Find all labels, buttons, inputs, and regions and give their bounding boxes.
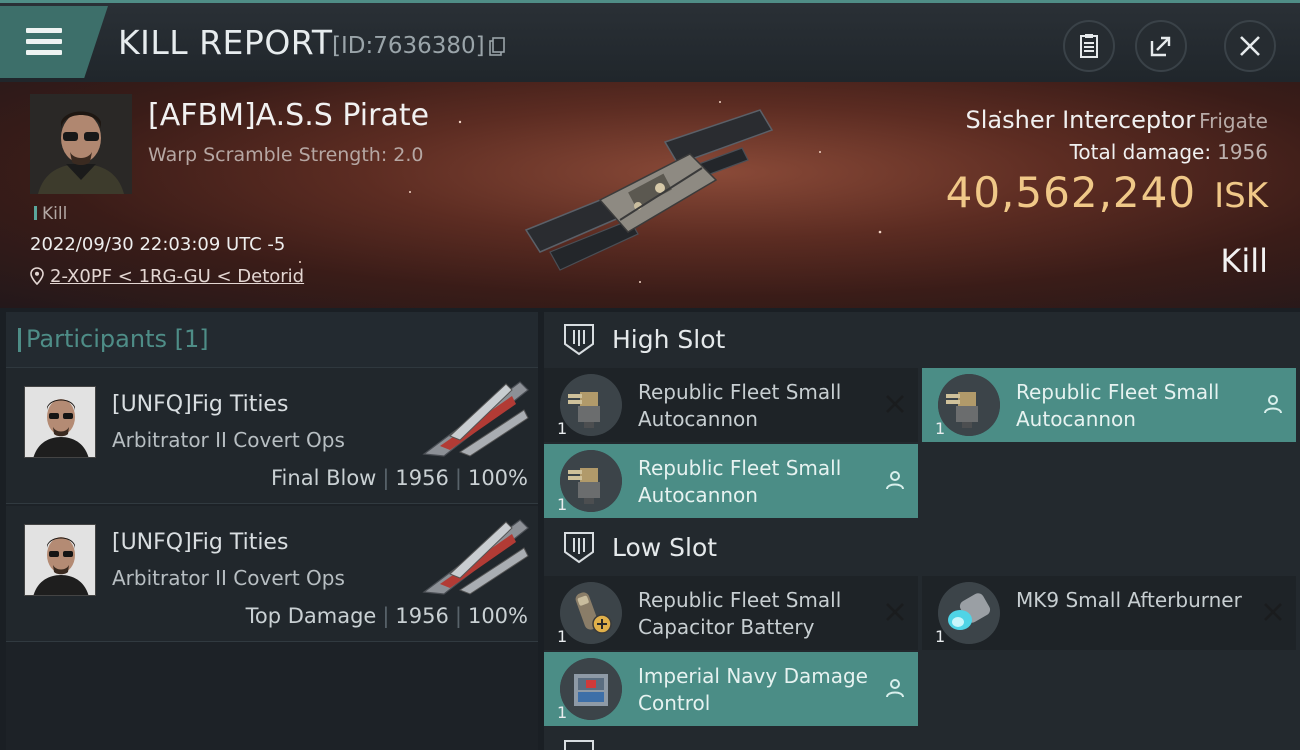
participant-row[interactable]: [UNFQ]Fig Tities Arbitrator II Covert Op… — [6, 506, 538, 642]
person-icon — [886, 471, 904, 490]
item-quantity: 1 — [557, 627, 568, 646]
location-link[interactable]: 2-X0PF < 1RG-GU < Detorid — [50, 266, 304, 287]
item-quantity: 1 — [935, 419, 946, 438]
participant-damage: 1956 — [395, 604, 449, 628]
participant-percent: 100% — [467, 604, 528, 628]
autocannon-icon — [560, 450, 622, 512]
close-icon — [1240, 36, 1260, 56]
participants-panel: Participants [1] [UNFQ]Fig Tities Arbitr… — [6, 312, 538, 750]
share-icon — [1150, 36, 1171, 57]
participant-stats: Top Damage | 1956 | 100% — [245, 604, 528, 628]
fitted-item[interactable]: 1 Republic Fleet Small Autocannon — [544, 444, 918, 518]
high-slot-header: High Slot — [544, 312, 1300, 368]
ship-type: Slasher Interceptor — [965, 106, 1196, 134]
victim-avatar[interactable] — [30, 94, 132, 194]
destroyed-icon — [886, 395, 904, 413]
total-damage-label: Total damage: — [1069, 140, 1212, 164]
notes-button[interactable] — [1063, 20, 1115, 72]
participant-ship: Arbitrator II Covert Ops — [112, 566, 345, 590]
item-name: MK9 Small Afterburner — [1016, 588, 1242, 612]
destroyed-icon — [886, 603, 904, 621]
participant-role: Top Damage — [245, 604, 377, 628]
person-icon — [1264, 395, 1282, 414]
isk-value: 40,562,240 ISK — [946, 168, 1268, 217]
fitted-item[interactable]: 1 Republic Fleet Small Capacitor Battery — [544, 576, 918, 650]
participants-count: [1] — [174, 325, 209, 353]
fitted-item[interactable]: 1 MK9 Small Afterburner — [922, 576, 1296, 650]
fitted-item[interactable]: 1 Republic Fleet Small Autocannon — [922, 368, 1296, 442]
close-button[interactable] — [1224, 20, 1276, 72]
item-quantity: 1 — [935, 627, 946, 646]
destroyed-icon — [1264, 603, 1282, 621]
fitted-item[interactable]: 1 Imperial Navy Damage Control — [544, 652, 918, 726]
participant-ship-icon — [422, 381, 529, 457]
participant-stats: Final Blow | 1956 | 100% — [271, 466, 528, 490]
victim-ship-name: Slasher Interceptor Frigate — [966, 106, 1268, 134]
kill-type-tag: Kill — [34, 204, 67, 224]
kill-datetime: 2022/09/30 22:03:09 UTC -5 — [30, 234, 286, 255]
victim-ship-image[interactable] — [520, 102, 780, 277]
item-name: Republic Fleet Small Autocannon — [638, 380, 842, 431]
warp-scramble-strength: Warp Scramble Strength: 2.0 — [148, 144, 424, 166]
menu-button[interactable] — [0, 6, 108, 78]
isk-amount: 40,562,240 — [945, 168, 1197, 217]
participant-avatar — [24, 386, 96, 458]
participant-ship-icon — [422, 519, 529, 595]
top-bar: KILL REPORT [ID:7636380] — [0, 0, 1300, 82]
item-quantity: 1 — [557, 419, 568, 438]
participant-name: [UNFQ]Fig Tities — [112, 530, 289, 555]
total-damage: Total damage: 1956 — [1070, 140, 1268, 164]
high-slot-label: High Slot — [612, 325, 726, 354]
participants-header: Participants [1] — [6, 312, 538, 368]
low-slot-label: Low Slot — [612, 533, 718, 562]
item-quantity: 1 — [557, 703, 568, 722]
page-title: KILL REPORT — [118, 23, 333, 62]
report-id: [ID:7636380] — [332, 33, 485, 59]
high-slot-icon — [564, 324, 594, 356]
capacitor-battery-icon — [560, 582, 622, 644]
item-name: Republic Fleet Small Autocannon — [638, 456, 842, 507]
autocannon-icon — [560, 374, 622, 436]
result-label: Kill — [1220, 242, 1268, 280]
share-button[interactable] — [1135, 20, 1187, 72]
fitting-panel: High Slot 1 Republic Fleet Small Autocan… — [544, 312, 1300, 750]
damage-control-icon — [560, 658, 622, 720]
person-icon — [886, 679, 904, 698]
participant-avatar — [24, 524, 96, 596]
item-name: Republic Fleet Small Autocannon — [1016, 380, 1220, 431]
kill-location[interactable]: 2-X0PF < 1RG-GU < Detorid — [30, 266, 304, 287]
clipboard-icon — [1080, 34, 1098, 58]
item-name: Imperial Navy Damage Control — [638, 664, 868, 715]
item-quantity: 1 — [557, 495, 568, 514]
victim-banner: [AFBM]A.S.S Pirate Warp Scramble Strengt… — [0, 82, 1300, 308]
low-slot-header: Low Slot — [544, 520, 1300, 576]
location-pin-icon — [30, 267, 44, 285]
participant-role: Final Blow — [271, 466, 377, 490]
participant-percent: 100% — [467, 466, 528, 490]
ship-class: Frigate — [1199, 109, 1268, 133]
participant-row[interactable]: [UNFQ]Fig Tities Arbitrator II Covert Op… — [6, 368, 538, 504]
isk-currency: ISK — [1214, 176, 1268, 216]
participant-damage: 1956 — [395, 466, 449, 490]
participant-name: [UNFQ]Fig Tities — [112, 392, 289, 417]
participants-label: Participants [1] — [18, 325, 209, 353]
autocannon-icon — [938, 374, 1000, 436]
fitted-item[interactable]: 1 Republic Fleet Small Autocannon — [544, 368, 918, 442]
low-slot-icon — [564, 532, 594, 564]
total-damage-value: 1956 — [1217, 140, 1268, 164]
hamburger-icon — [26, 28, 62, 56]
copy-icon[interactable] — [489, 37, 505, 57]
victim-name: [AFBM]A.S.S Pirate — [148, 98, 430, 133]
next-slot-icon — [564, 740, 594, 750]
participant-ship: Arbitrator II Covert Ops — [112, 428, 345, 452]
afterburner-icon — [938, 582, 1000, 644]
item-name: Republic Fleet Small Capacitor Battery — [638, 588, 842, 639]
